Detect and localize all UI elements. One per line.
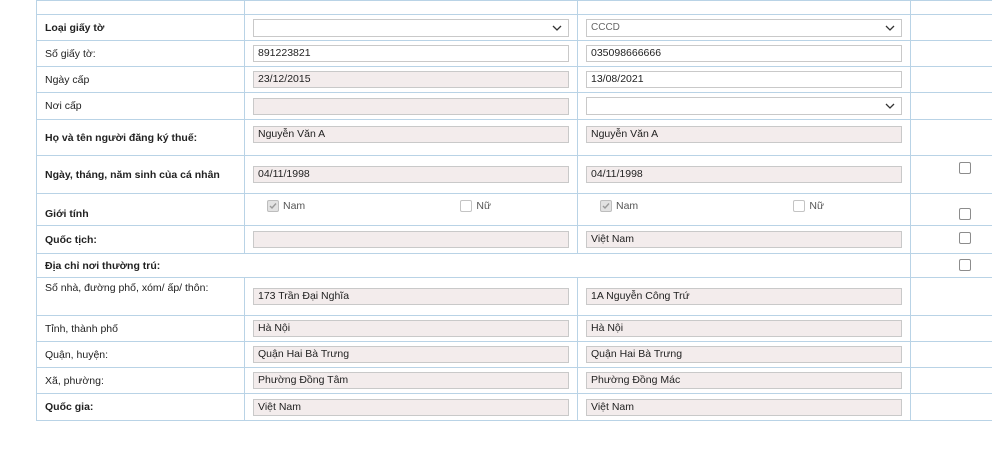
issue-date-field-2[interactable]: 13/08/2021 (586, 71, 902, 88)
document-type-select-1[interactable] (253, 18, 569, 37)
label-loai-giay-to: Loại giấy tờ (36, 14, 245, 41)
nationality-field-1[interactable] (253, 231, 569, 248)
gender-male-label: Nam (283, 200, 306, 212)
issue-date-field-1[interactable]: 23/12/2015 (253, 71, 569, 88)
table-row: Quận, huyện: Quận Hai Bà Trưng Quận Hai … (36, 341, 992, 368)
full-name-field-1[interactable]: Nguyễn Văn A (253, 126, 569, 143)
street-field-1[interactable]: 173 Trần Đại Nghĩa (253, 288, 569, 305)
select-value: CCCD (591, 21, 620, 33)
label-ngay-cap: Ngày cấp (36, 66, 245, 93)
confirm-gender-checkbox[interactable] (958, 208, 971, 220)
gender-female-label: Nữ (476, 200, 491, 212)
table-row: Số giấy tờ: 891223821 035098666666 (36, 40, 992, 67)
tax-registration-comparison-form: Loại giấy tờ CCCD Số giấy tờ: 891223821 … (36, 0, 992, 430)
document-number-field-1[interactable]: 891223821 (253, 45, 569, 62)
country-field-2[interactable]: Việt Nam (586, 398, 902, 416)
label-quan: Quận, huyện: (36, 341, 245, 368)
gender-option-male[interactable]: Nam (267, 200, 305, 212)
full-name-field-2[interactable]: Nguyễn Văn A (586, 126, 902, 143)
gender-group-2: Nam Nữ (600, 200, 902, 212)
table-row: Địa chỉ nơi thường trú: (36, 253, 992, 278)
gender-male-checkbox-2[interactable] (600, 200, 612, 212)
checkmark-icon (269, 203, 277, 210)
label-tinh: Tỉnh, thành phố (36, 315, 245, 342)
gender-male-label: Nam (616, 200, 639, 212)
nationality-field-2[interactable]: Việt Nam (586, 231, 902, 248)
label-xa: Xã, phường: (36, 367, 245, 394)
gender-group-1: Nam Nữ (267, 200, 569, 212)
chevron-down-icon (885, 103, 895, 109)
table-row (36, 0, 992, 15)
label-quoc-tich: Quốc tịch: (36, 225, 245, 254)
document-number-field-2[interactable]: 035098666666 (586, 45, 902, 62)
form-table: Loại giấy tờ CCCD Số giấy tờ: 891223821 … (36, 0, 992, 421)
issue-place-field-1[interactable] (253, 97, 569, 115)
label-gioi-tinh: Giới tính (36, 193, 245, 226)
province-field-2[interactable]: Hà Nội (586, 320, 902, 337)
gender-option-female[interactable]: Nữ (793, 200, 824, 212)
checkmark-icon (602, 203, 610, 210)
street-field-2[interactable]: 1A Nguyễn Công Trứ (586, 288, 902, 305)
gender-male-checkbox-1[interactable] (267, 200, 279, 212)
label-noi-cap: Nơi cấp (36, 92, 245, 120)
province-field-1[interactable]: Hà Nội (253, 320, 569, 337)
table-row: Loại giấy tờ CCCD (36, 14, 992, 41)
country-field-1[interactable]: Việt Nam (253, 398, 569, 416)
district-field-1[interactable]: Quận Hai Bà Trưng (253, 346, 569, 363)
table-row: Xã, phường: Phường Đồng Tâm Phường Đồng … (36, 367, 992, 394)
gender-female-checkbox-2[interactable] (793, 200, 806, 212)
chevron-down-icon (885, 25, 895, 31)
table-row: Giới tính Nam Nữ Nam Nữ (36, 193, 992, 226)
section-address-title: Địa chỉ nơi thường trú: (36, 253, 911, 278)
table-row: Họ và tên người đăng ký thuế: Nguyễn Văn… (36, 119, 992, 156)
label-quoc-gia: Quốc gia: (36, 393, 245, 421)
issue-place-select-2[interactable] (586, 97, 902, 115)
confirm-nationality-checkbox[interactable] (958, 232, 971, 245)
birth-date-field-2[interactable]: 04/11/1998 (586, 166, 902, 183)
label-so-giay-to: Số giấy tờ: (36, 40, 245, 67)
table-row: Tỉnh, thành phố Hà Nội Hà Nội (36, 315, 992, 342)
gender-option-female[interactable]: Nữ (460, 200, 491, 212)
ward-field-2[interactable]: Phường Đồng Mác (586, 372, 902, 389)
birth-date-field-1[interactable]: 04/11/1998 (253, 166, 569, 183)
gender-female-label: Nữ (809, 200, 824, 212)
label-ngay-sinh: Ngày, tháng, năm sinh của cá nhân (36, 155, 245, 194)
table-row: Ngày cấp 23/12/2015 13/08/2021 (36, 66, 992, 93)
table-row: Quốc gia: Việt Nam Việt Nam (36, 393, 992, 421)
document-type-select-2[interactable]: CCCD (586, 18, 902, 37)
table-row: Số nhà, đường phố, xóm/ ấp/ thôn: 173 Tr… (36, 277, 992, 316)
chevron-down-icon (552, 25, 562, 31)
label-ho-ten: Họ và tên người đăng ký thuế: (36, 119, 245, 156)
table-row: Quốc tịch: Việt Nam (36, 225, 992, 254)
gender-female-checkbox-1[interactable] (460, 200, 473, 212)
label-so-nha: Số nhà, đường phố, xóm/ ấp/ thôn: (36, 277, 245, 316)
confirm-birth-date-checkbox[interactable] (958, 162, 971, 175)
table-row: Nơi cấp (36, 92, 992, 120)
gender-option-male[interactable]: Nam (600, 200, 638, 212)
ward-field-1[interactable]: Phường Đồng Tâm (253, 372, 569, 389)
table-row: Ngày, tháng, năm sinh của cá nhân 04/11/… (36, 155, 992, 194)
confirm-address-checkbox[interactable] (958, 259, 971, 272)
district-field-2[interactable]: Quận Hai Bà Trưng (586, 346, 902, 363)
